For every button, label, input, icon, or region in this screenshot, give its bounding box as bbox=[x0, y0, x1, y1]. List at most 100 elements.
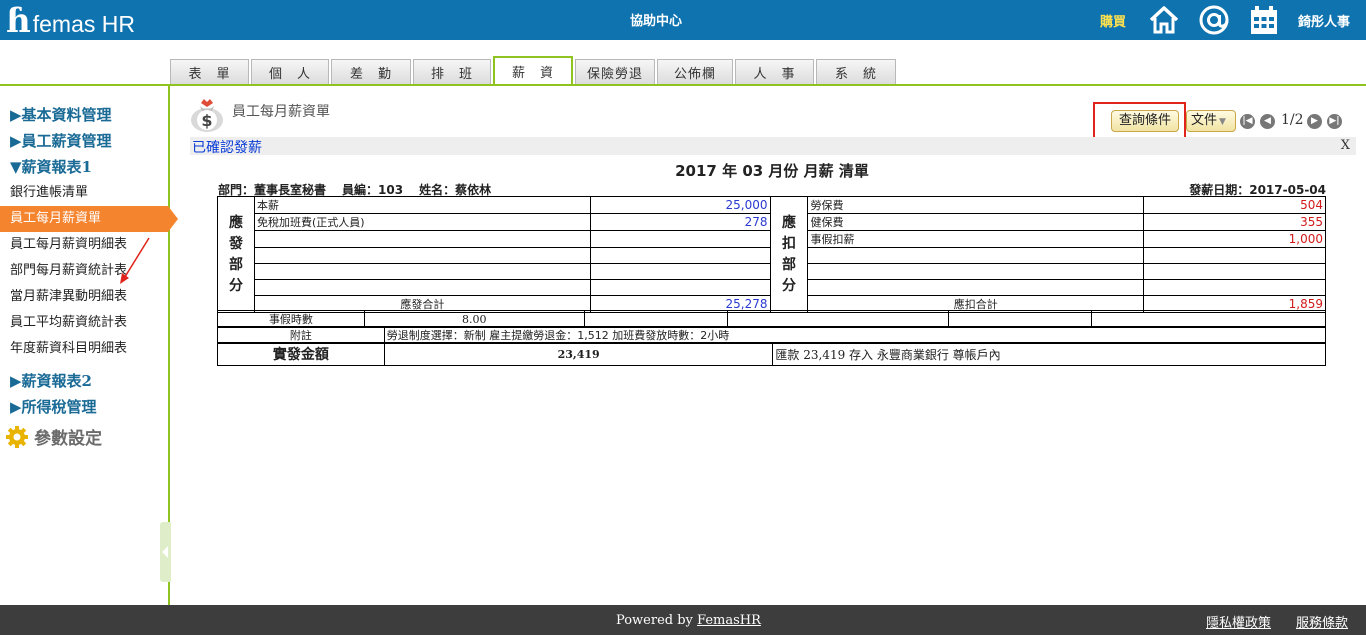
earning-item: 本薪 bbox=[253, 196, 591, 214]
tab-underline bbox=[0, 84, 1366, 86]
param-settings-link[interactable]: 參數設定 bbox=[6, 424, 102, 449]
payslip-table: 應發部分 本薪 25,000 應扣部分 勞保費 504 免稅加班費(正式人員) … bbox=[217, 196, 1326, 313]
deduction-amount: 355 bbox=[1143, 213, 1326, 231]
table-row: 應發部分 本薪 25,000 應扣部分 勞保費 504 bbox=[217, 196, 1326, 313]
deduction-item: 健保費 bbox=[807, 213, 1145, 231]
tab-hr[interactable]: 人 事 bbox=[735, 59, 814, 84]
deduction-item: 事假扣薪 bbox=[807, 230, 1145, 248]
document-select[interactable]: 文件 ▼ bbox=[1186, 110, 1236, 132]
tab-forms[interactable]: 表 單 bbox=[170, 59, 249, 84]
tab-insurance[interactable]: 保險勞退 bbox=[575, 59, 655, 84]
sidebar-item-monthly-payslip[interactable]: 員工每月薪資單 bbox=[0, 206, 178, 232]
earning-amount bbox=[589, 230, 771, 248]
annotation-arrow bbox=[120, 237, 150, 284]
note-label: 附註 bbox=[217, 326, 385, 344]
document-select-value: 文件 bbox=[1191, 113, 1218, 128]
at-icon[interactable] bbox=[1198, 4, 1230, 36]
earning-amount: 278 bbox=[589, 213, 771, 231]
earning-amount: 25,000 bbox=[589, 196, 771, 214]
sidebar-group-report1[interactable]: ▼薪資報表1 bbox=[10, 156, 92, 177]
tab-scheduling[interactable]: 排 班 bbox=[413, 59, 491, 84]
note-text: 勞退制度選擇：新制 雇主提繳勞退金：1,512 加班費發放時數：2小時 bbox=[383, 326, 1327, 344]
net-pay-table: 實發金額 23,419 匯款 23,419 存入 永豐商業銀行 尊帳戶內 bbox=[217, 342, 1326, 366]
chevron-down-icon: ▼ bbox=[1219, 117, 1226, 127]
deduction-item: 勞保費 bbox=[807, 196, 1145, 214]
empty-cell bbox=[726, 310, 950, 328]
deduction-item bbox=[807, 247, 1145, 264]
sidebar: ▶基本資料管理 ▶員工薪資管理 ▼薪資報表1 銀行進帳清單 員工每月薪資單 員工… bbox=[0, 86, 178, 605]
deduction-item bbox=[807, 279, 1145, 296]
status-bar: 已確認發薪 X bbox=[190, 137, 1356, 156]
deductions-section-label: 應扣部分 bbox=[769, 196, 809, 313]
tab-bulletin[interactable]: 公佈欄 bbox=[657, 59, 733, 84]
slip-dept: 部門：董事長室秘書 bbox=[218, 183, 327, 197]
powered-prefix: Powered by bbox=[616, 613, 698, 628]
earning-item bbox=[253, 279, 591, 296]
main-tabs: 表 單 個 人 差 勤 排 班 薪 資 保險勞退 公佈欄 人 事 系 統 bbox=[170, 56, 898, 84]
tab-system[interactable]: 系 統 bbox=[816, 59, 896, 84]
earning-item: 免稅加班費(正式人員) bbox=[253, 213, 591, 231]
slip-name: 姓名：蔡依林 bbox=[419, 183, 492, 197]
sidebar-group-report2[interactable]: ▶薪資報表2 bbox=[10, 370, 92, 391]
first-page-icon[interactable]: |◀ bbox=[1240, 114, 1255, 129]
slip-emp-no: 員編：103 bbox=[342, 183, 404, 197]
leave-hours-label: 事假時數 bbox=[217, 310, 365, 328]
tab-personal[interactable]: 個 人 bbox=[251, 59, 329, 84]
sidebar-group-income-tax[interactable]: ▶所得稅管理 bbox=[10, 396, 97, 417]
user-name[interactable]: 錡彤人事 bbox=[1298, 11, 1350, 30]
logo-brand: femas HR bbox=[32, 10, 135, 37]
terms-of-service-link[interactable]: 服務條款 bbox=[1296, 612, 1348, 631]
powered-by: Powered by FemasHR bbox=[616, 613, 761, 628]
remittance-text: 匯款 23,419 存入 永豐商業銀行 尊帳戶內 bbox=[772, 342, 1326, 366]
deduction-amount bbox=[1143, 263, 1326, 280]
deduction-amount bbox=[1143, 279, 1326, 296]
pager-text: 1/2 bbox=[1281, 112, 1304, 128]
money-bag-icon: $ bbox=[191, 99, 223, 132]
slip-title: 2017 年 03 月份 月薪 清單 bbox=[675, 162, 869, 180]
close-icon[interactable]: X bbox=[1341, 138, 1350, 153]
tab-payroll[interactable]: 薪 資 bbox=[493, 56, 573, 84]
sidebar-collapse-handle[interactable] bbox=[160, 522, 171, 582]
sidebar-group-salary-mgmt[interactable]: ▶員工薪資管理 bbox=[10, 130, 112, 151]
deduction-amount: 1,000 bbox=[1143, 230, 1326, 248]
leave-hours-value: 8.00 bbox=[363, 310, 585, 328]
privacy-policy-link[interactable]: 隱私權政策 bbox=[1206, 612, 1271, 631]
tab-attendance[interactable]: 差 勤 bbox=[331, 59, 411, 84]
sidebar-item-annual-detail[interactable]: 年度薪資科目明細表 bbox=[0, 336, 168, 362]
page-title: 員工每月薪資單 bbox=[232, 104, 330, 120]
femas-logo[interactable]: ɦ femas HR bbox=[6, 4, 135, 38]
empty-cell bbox=[948, 310, 1093, 328]
gear-icon bbox=[6, 425, 28, 448]
deduction-item bbox=[807, 263, 1145, 280]
calendar-icon[interactable] bbox=[1248, 4, 1280, 36]
sidebar-item-bank-list[interactable]: 銀行進帳清單 bbox=[0, 180, 168, 206]
table-row: 事假時數 8.00 bbox=[217, 310, 1326, 328]
earning-item bbox=[253, 247, 591, 264]
net-pay-label: 實發金額 bbox=[217, 342, 385, 366]
page-header: $ 員工每月薪資單 bbox=[188, 93, 330, 133]
query-conditions-button[interactable]: 查詢條件 bbox=[1111, 110, 1179, 132]
help-center-link[interactable]: 協助中心 bbox=[600, 10, 712, 29]
last-page-icon[interactable]: ▶| bbox=[1327, 114, 1342, 129]
home-icon[interactable] bbox=[1148, 4, 1180, 36]
earning-amount bbox=[589, 247, 771, 264]
table-row: 附註 勞退制度選擇：新制 雇主提繳勞退金：1,512 加班費發放時數：2小時 bbox=[217, 326, 1327, 344]
earning-amount bbox=[589, 279, 771, 296]
sidebar-item-change-detail[interactable]: 當月薪津異動明細表 bbox=[0, 284, 168, 310]
earnings-section-label: 應發部分 bbox=[217, 196, 255, 313]
empty-cell bbox=[583, 310, 728, 328]
table-row: 實發金額 23,419 匯款 23,419 存入 永豐商業銀行 尊帳戶內 bbox=[217, 342, 1326, 366]
footer: Powered by FemasHR 隱私權政策 服務條款 bbox=[0, 605, 1366, 635]
deduction-amount bbox=[1143, 247, 1326, 264]
logo-mark: ɦ bbox=[6, 1, 31, 41]
earning-amount bbox=[589, 263, 771, 280]
net-pay-amount: 23,419 bbox=[383, 342, 774, 366]
svg-text:$: $ bbox=[201, 111, 212, 130]
deduction-amount: 504 bbox=[1143, 196, 1326, 214]
next-page-icon[interactable]: ▶ bbox=[1307, 114, 1322, 129]
sidebar-item-average-stats[interactable]: 員工平均薪資統計表 bbox=[0, 310, 168, 336]
femashr-link[interactable]: FemasHR bbox=[697, 613, 761, 628]
buy-link[interactable]: 購買 bbox=[1100, 11, 1126, 30]
prev-page-icon[interactable]: ◀ bbox=[1260, 114, 1275, 129]
sidebar-group-basic-data[interactable]: ▶基本資料管理 bbox=[10, 104, 112, 125]
